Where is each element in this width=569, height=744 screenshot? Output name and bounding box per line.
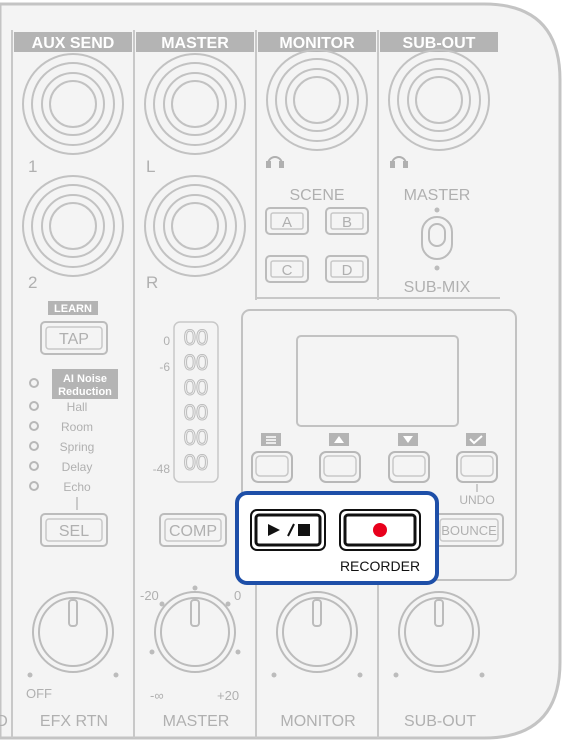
aux-2-label: 2 xyxy=(28,273,37,292)
meter-segment: 00 xyxy=(184,425,208,450)
scene-d-label: D xyxy=(342,262,353,279)
up-icon xyxy=(329,433,349,446)
record-icon xyxy=(373,523,387,537)
master-bottom-label: MASTER xyxy=(163,713,230,730)
scene-a-label: A xyxy=(282,214,292,231)
menu-icon xyxy=(261,433,281,446)
sub-out-bottom-label: SUB-OUT xyxy=(404,713,476,730)
ai-reduction-label: Reduction xyxy=(58,386,112,398)
ai-noise-label: AI Noise xyxy=(63,373,107,385)
undo-label: UNDO xyxy=(459,493,494,507)
effect-hall: Hall xyxy=(67,400,88,414)
effect-spring: Spring xyxy=(60,440,95,454)
tap-label: TAP xyxy=(59,331,89,348)
record-button[interactable] xyxy=(339,509,421,551)
meter-segment: 00 xyxy=(184,375,208,400)
bounce-label: BOUNCE xyxy=(441,523,497,538)
efx-knob-min: OFF xyxy=(26,686,52,701)
master-knob-min: -∞ xyxy=(150,688,164,703)
master-knob-top-min: -20 xyxy=(140,588,159,603)
learn-label: LEARN xyxy=(54,303,92,315)
sub-mix-label: SUB-MIX xyxy=(404,279,471,296)
scene-c-label: C xyxy=(282,262,293,279)
effect-room: Room xyxy=(61,420,93,434)
master-knob-top-max: 0 xyxy=(234,588,241,603)
master-r-label: R xyxy=(146,273,158,292)
master-knob-max: +20 xyxy=(217,688,239,703)
meter-segment: 00 xyxy=(184,325,208,350)
meter-tick-48: -48 xyxy=(153,462,171,476)
aux-1-label: 1 xyxy=(28,157,37,176)
meter-tick-0: 0 xyxy=(163,334,170,348)
bottom-label-partial: D xyxy=(0,713,8,730)
header-aux-send: AUX SEND xyxy=(32,35,115,52)
sub-out-master-label: MASTER xyxy=(404,187,471,204)
scene-label: SCENE xyxy=(289,187,344,204)
meter-segment: 00 xyxy=(184,450,208,475)
sel-label: SEL xyxy=(59,523,89,540)
comp-label: COMP xyxy=(169,523,217,540)
meter-segment: 00 xyxy=(184,400,208,425)
recorder-label: RECORDER xyxy=(340,558,420,574)
mixer-panel: AUX SEND MASTER MONITOR SUB-OUT 1 2 L R … xyxy=(0,2,562,740)
master-l-label: L xyxy=(146,157,155,176)
effect-delay: Delay xyxy=(62,460,93,474)
play-stop-button[interactable] xyxy=(250,509,326,551)
header-master: MASTER xyxy=(161,35,229,52)
meter-tick-6: -6 xyxy=(159,360,170,374)
meter-segment: 00 xyxy=(184,350,208,375)
efx-rtn-label: EFX RTN xyxy=(40,713,108,730)
check-icon xyxy=(466,433,486,446)
down-icon xyxy=(398,433,418,446)
monitor-bottom-label: MONITOR xyxy=(280,713,355,730)
scene-b-label: B xyxy=(342,214,352,231)
effect-echo: Echo xyxy=(63,480,91,494)
